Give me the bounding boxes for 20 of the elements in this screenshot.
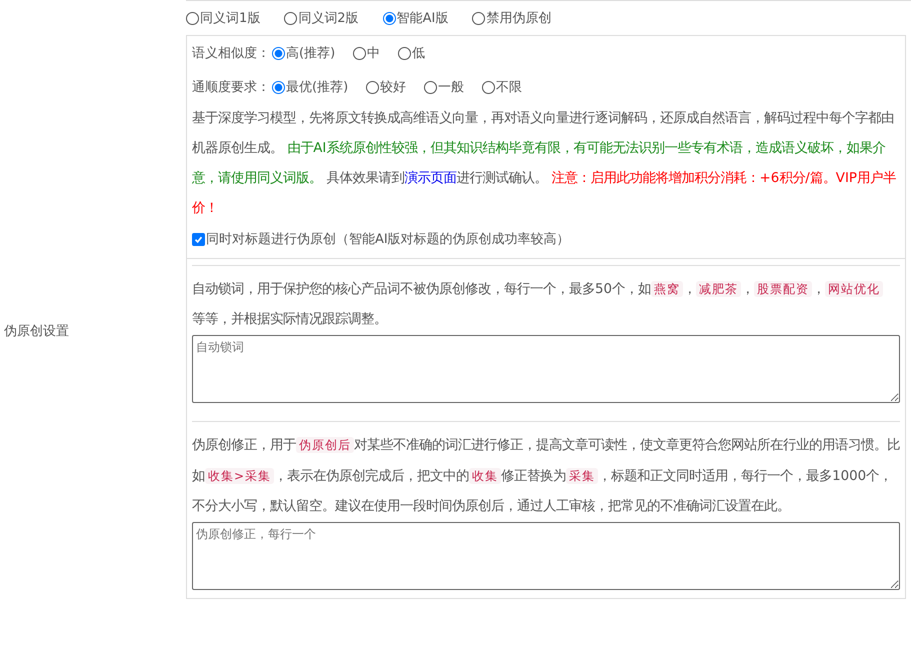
ai-description: 基于深度学习模型，先将原文转换成高维语义向量，再对语义向量进行逐词解码，还原成自然语言，解码过程中每个字都由机器原创生成。 由于AI系统原创性较强，但其知识结构毕竟有限，有可能无法识别一些专有术语，造成语义破坏，如果介意，请使用同义词版。 具体效果请到演示页面进行测试确认。 注意：启用此功能将增加积分消耗：+6积分/篇。VIP用户半价！ bbox=[192, 110, 897, 218]
fluency-label: 通顺度要求： bbox=[192, 79, 270, 96]
radio-label[interactable]: 较好 bbox=[380, 78, 406, 96]
radio-label[interactable]: 低 bbox=[412, 44, 426, 62]
radio-label[interactable]: 同义词1版 bbox=[200, 9, 260, 27]
section-label: 伪原创设置 bbox=[4, 323, 69, 340]
radio-label[interactable]: 最优(推荐) bbox=[286, 78, 348, 96]
corrections-field[interactable]: 伪原创修正，每行一个 bbox=[192, 522, 900, 590]
radio-label[interactable]: 一般 bbox=[438, 78, 464, 96]
lock-words-field[interactable]: 自动锁词 bbox=[192, 335, 900, 403]
radio-label[interactable]: 不限 bbox=[496, 78, 522, 96]
corrections-description: 伪原创修正，用于 伪原创后 对某些不准确的词汇进行修正，提高文章可读性，使文章更符合您网站所在行业的用语习惯。比如 收集>采集 ，表示在伪原创完成后，把文中的 收集 修正替换为 采集 ，标题和正文同时适用，每行一个，最多1000个，不分大小写，默认留空。建议在使用一段时间伪原创后，通过人工审核，把常见的不准确词汇设置在此。 bbox=[192, 436, 900, 516]
radio-label[interactable]: 智能AI版 bbox=[396, 9, 448, 27]
radio-label[interactable]: 高(推荐) bbox=[286, 44, 336, 62]
checkbox-label[interactable]: 同时对标题进行伪原创（智能AI版对标题的伪原创成功率较高） bbox=[206, 230, 570, 248]
radio-label[interactable]: 中 bbox=[367, 44, 380, 62]
radio-label[interactable]: 同义词2版 bbox=[298, 9, 359, 27]
radio-label[interactable]: 禁用伪原创 bbox=[486, 9, 552, 27]
lock-words-description: 自动锁词，用于保护您的核心产品词不被伪原创修改，每行一个，最多50个，如 燕窝 ， 减肥茶 ， 股票配资 ， 网站优化 等等，并根据实际情况跟踪调整。 bbox=[192, 274, 900, 335]
similarity-label: 语义相似度： bbox=[192, 45, 270, 62]
